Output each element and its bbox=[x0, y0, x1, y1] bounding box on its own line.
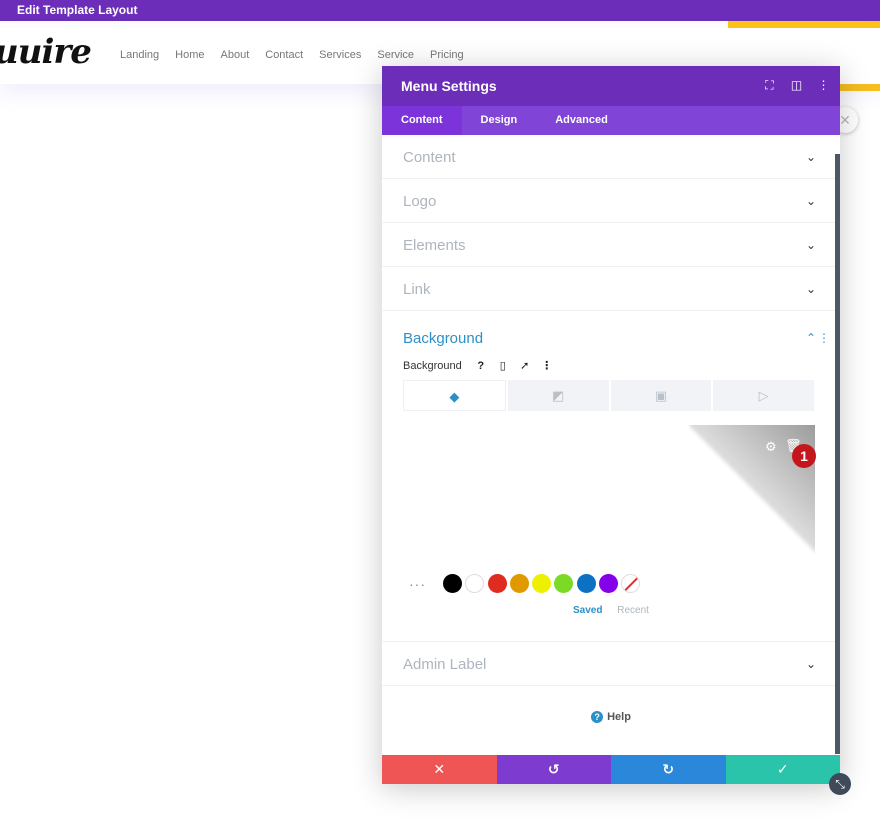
toggle-label: Content bbox=[403, 149, 456, 166]
no-color-swatch[interactable] bbox=[621, 574, 641, 593]
resize-handle-icon[interactable]: ⤡ bbox=[829, 773, 851, 795]
question-icon: ? bbox=[591, 711, 604, 723]
undo-button[interactable]: ↺ bbox=[496, 755, 611, 784]
redo-button[interactable]: ↻ bbox=[611, 755, 726, 784]
toggle-options-icon[interactable]: ⋮ bbox=[818, 331, 830, 345]
swatch-5[interactable] bbox=[554, 574, 574, 593]
swatch-2[interactable] bbox=[487, 574, 507, 593]
color-tab-icon[interactable]: ◆ bbox=[403, 380, 506, 411]
builder-top-bar: Edit Template Layout bbox=[0, 0, 880, 21]
checkmark-icon: ✓ bbox=[776, 761, 789, 777]
swatch-6[interactable] bbox=[576, 574, 596, 593]
gear-icon[interactable]: ⚙ bbox=[765, 439, 777, 455]
close-icon: ✕ bbox=[433, 761, 446, 777]
video-tab-icon[interactable]: ▷ bbox=[713, 380, 814, 411]
more-options-icon[interactable]: ⋮ bbox=[817, 78, 830, 93]
toggle-label: Admin Label bbox=[403, 656, 487, 673]
chevron-down-icon: ⌄ bbox=[805, 194, 816, 208]
split-view-icon[interactable]: ◫ bbox=[790, 78, 803, 93]
hover-icon[interactable]: ➚ bbox=[518, 359, 532, 372]
chevron-down-icon: ⌄ bbox=[805, 238, 816, 252]
redo-icon: ↻ bbox=[662, 761, 675, 777]
fullscreen-icon[interactable]: ⛶ bbox=[763, 78, 776, 93]
modal-title: Menu Settings bbox=[401, 78, 497, 94]
background-toggle-title[interactable]: Background bbox=[403, 330, 483, 347]
tab-content[interactable]: Content bbox=[382, 106, 462, 135]
help-label: Help bbox=[607, 711, 631, 723]
toggle-content[interactable]: Content ⌄ bbox=[382, 135, 840, 179]
chevron-up-icon[interactable]: ⌃ bbox=[806, 331, 816, 345]
toggle-elements[interactable]: Elements ⌄ bbox=[382, 223, 840, 267]
toggle-background: Background ⌃ ⋮ Background ? ▯ ➚ ⋮ ◆ ◩ ▣ … bbox=[382, 311, 840, 642]
toggle-label: Link bbox=[403, 281, 431, 298]
responsive-icon[interactable]: ▯ bbox=[496, 359, 510, 372]
nav-link-home[interactable]: Home bbox=[175, 49, 204, 61]
builder-title: Edit Template Layout bbox=[17, 3, 138, 17]
chevron-down-icon: ⌄ bbox=[805, 657, 816, 671]
swatch-3[interactable] bbox=[509, 574, 529, 593]
modal-tabs: Content Design Advanced bbox=[382, 106, 840, 135]
toggle-link[interactable]: Link ⌄ bbox=[382, 267, 840, 311]
background-field-label: Background bbox=[403, 359, 462, 372]
color-palette: ··· bbox=[409, 574, 644, 593]
site-nav: Landing Home About Contact Services Serv… bbox=[120, 49, 480, 61]
background-type-tabs: ◆ ◩ ▣ ▷ bbox=[403, 380, 814, 411]
image-tab-icon[interactable]: ▣ bbox=[610, 380, 712, 411]
modal-header-actions: ⛶ ◫ ⋮ bbox=[763, 78, 830, 93]
gradient-tab-icon[interactable]: ◩ bbox=[507, 380, 609, 411]
toggle-label: Elements bbox=[403, 237, 466, 254]
save-button[interactable]: ✓ bbox=[725, 755, 840, 784]
step-badge: 1 bbox=[792, 444, 816, 468]
saved-tab[interactable]: Saved bbox=[573, 605, 602, 616]
undo-icon: ↺ bbox=[547, 761, 560, 777]
chevron-down-icon: ⌄ bbox=[805, 282, 816, 296]
chevron-down-icon: ⌄ bbox=[805, 150, 816, 164]
gradient-preview[interactable]: ⚙ 🗑 bbox=[689, 425, 815, 555]
more-options-icon[interactable]: ⋮ bbox=[540, 359, 554, 372]
toggle-logo[interactable]: Logo ⌄ bbox=[382, 179, 840, 223]
swatch-0[interactable] bbox=[443, 574, 462, 593]
toggle-admin-label[interactable]: Admin Label ⌄ bbox=[382, 642, 840, 686]
modal-body: Content ⌄ Logo ⌄ Elements ⌄ Link ⌄ Backg… bbox=[382, 135, 840, 755]
swatch-1[interactable] bbox=[465, 574, 485, 593]
modal-footer: ✕ ↺ ↻ ✓ bbox=[382, 755, 840, 784]
nav-link-services[interactable]: Services bbox=[319, 49, 361, 61]
nav-link-landing[interactable]: Landing bbox=[120, 49, 159, 61]
more-colors-icon[interactable]: ··· bbox=[409, 576, 426, 592]
discard-button[interactable]: ✕ bbox=[382, 755, 497, 784]
modal-scrollbar[interactable] bbox=[835, 154, 840, 754]
site-logo[interactable]: uuire bbox=[0, 32, 92, 72]
tab-advanced[interactable]: Advanced bbox=[536, 106, 627, 135]
swatch-4[interactable] bbox=[532, 574, 552, 593]
toggle-label: Logo bbox=[403, 193, 437, 210]
help-link[interactable]: ? Help bbox=[382, 711, 840, 723]
modal-header: Menu Settings ⛶ ◫ ⋮ bbox=[382, 66, 840, 106]
palette-tabs: Saved Recent bbox=[573, 605, 649, 616]
recent-tab[interactable]: Recent bbox=[617, 605, 649, 616]
nav-link-about[interactable]: About bbox=[221, 49, 250, 61]
help-icon[interactable]: ? bbox=[474, 360, 488, 372]
nav-link-service[interactable]: Service bbox=[377, 49, 414, 61]
menu-settings-modal: Menu Settings ⛶ ◫ ⋮ Content Design Advan… bbox=[382, 66, 840, 784]
tab-design[interactable]: Design bbox=[462, 106, 537, 135]
swatch-7[interactable] bbox=[599, 574, 619, 593]
nav-link-contact[interactable]: Contact bbox=[265, 49, 303, 61]
background-field-row: Background ? ▯ ➚ ⋮ bbox=[403, 359, 554, 373]
nav-link-pricing[interactable]: Pricing bbox=[430, 49, 464, 61]
